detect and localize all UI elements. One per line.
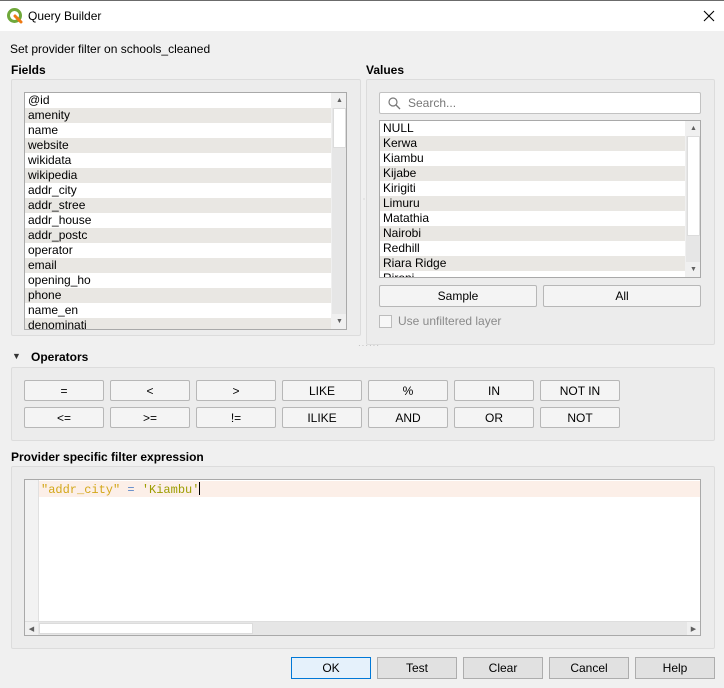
field-list-item[interactable]: amenity	[25, 108, 346, 123]
operator-button-noteq[interactable]: !=	[196, 407, 276, 428]
use-unfiltered-label: Use unfiltered layer	[398, 314, 502, 328]
expression-editor[interactable]: "addr_city" = 'Kiambu' ◀ ▶	[24, 479, 701, 636]
field-list-item[interactable]: operator	[25, 243, 346, 258]
fields-items: @id amenity name website wikidata wikipedia ad…	[25, 93, 346, 329]
help-button[interactable]: Help	[635, 657, 715, 679]
field-list-item[interactable]: wikipedia	[25, 168, 346, 183]
clear-button[interactable]: Clear	[463, 657, 543, 679]
field-list-item[interactable]: addr_house	[25, 213, 346, 228]
scroll-thumb[interactable]	[39, 623, 253, 634]
test-button[interactable]: Test	[377, 657, 457, 679]
value-list-item[interactable]: Riara Ridge	[380, 256, 700, 271]
collapse-triangle-icon[interactable]: ▼	[12, 351, 21, 361]
operator-button-or[interactable]: OR	[454, 407, 534, 428]
operator-button-like[interactable]: LIKE	[282, 380, 362, 401]
value-list-item[interactable]: NULL	[380, 121, 700, 136]
value-list-item[interactable]: Limuru	[380, 196, 700, 211]
scroll-up-arrow-icon[interactable]: ▲	[686, 121, 700, 136]
field-list-item[interactable]: name_en	[25, 303, 346, 318]
operators-group	[11, 367, 715, 441]
search-icon	[388, 97, 401, 110]
operator-token: =	[120, 483, 142, 497]
operator-button-and[interactable]: AND	[368, 407, 448, 428]
operator-button-lteq[interactable]: <=	[24, 407, 104, 428]
close-button[interactable]	[694, 1, 724, 31]
value-list-item[interactable]: Redhill	[380, 241, 700, 256]
splitter-handle-horizontal[interactable]: ······	[358, 341, 380, 350]
values-scrollbar[interactable]: ▲ ▼	[685, 121, 700, 277]
operator-button-not-in[interactable]: NOT IN	[540, 380, 620, 401]
field-list-item[interactable]: phone	[25, 288, 346, 303]
fields-label: Fields	[11, 63, 46, 77]
window-title: Query Builder	[28, 9, 102, 23]
value-list-item[interactable]: Kerwa	[380, 136, 700, 151]
field-list-item[interactable]: @id	[25, 93, 346, 108]
scroll-up-arrow-icon[interactable]: ▲	[332, 93, 346, 108]
operator-button-in[interactable]: IN	[454, 380, 534, 401]
value-list-item[interactable]: Matathia	[380, 211, 700, 226]
scroll-thumb[interactable]	[687, 136, 700, 236]
string-token: 'Kiambu'	[141, 483, 200, 497]
field-list-item[interactable]: addr_postc	[25, 228, 346, 243]
field-list-item[interactable]: website	[25, 138, 346, 153]
operator-button-gteq[interactable]: >=	[110, 407, 190, 428]
scroll-thumb[interactable]	[333, 108, 346, 148]
field-list-item[interactable]: wikidata	[25, 153, 346, 168]
operator-button-eq[interactable]: =	[24, 380, 104, 401]
operator-button-not[interactable]: NOT	[540, 407, 620, 428]
dialog-subtitle: Set provider filter on schools_cleaned	[10, 42, 211, 56]
values-items: NULL Kerwa Kiambu Kijabe Kirigiti Limuru Matat…	[380, 121, 700, 277]
fields-scrollbar[interactable]: ▲ ▼	[331, 93, 346, 329]
use-unfiltered-layer-option[interactable]: Use unfiltered layer	[379, 314, 501, 328]
scroll-left-arrow-icon[interactable]: ◀	[25, 622, 38, 635]
field-list-item[interactable]: addr_city	[25, 183, 346, 198]
values-search-input[interactable]	[406, 95, 694, 111]
value-list-item[interactable]: Kiambu	[380, 151, 700, 166]
expression-code[interactable]: "addr_city" = 'Kiambu'	[41, 482, 201, 497]
use-unfiltered-checkbox[interactable]	[379, 314, 392, 328]
field-list-item[interactable]: opening_ho	[25, 273, 346, 288]
all-button[interactable]: All	[543, 285, 701, 307]
value-list-item[interactable]: Nairobi	[380, 226, 700, 241]
sample-button[interactable]: Sample	[379, 285, 537, 307]
field-list-item[interactable]: name	[25, 123, 346, 138]
operator-button-percent[interactable]: %	[368, 380, 448, 401]
values-search-field[interactable]	[379, 92, 701, 114]
editor-horizontal-scrollbar[interactable]: ◀ ▶	[25, 621, 700, 635]
field-list-item[interactable]: addr_stree	[25, 198, 346, 213]
scroll-down-arrow-icon[interactable]: ▼	[332, 314, 346, 329]
operator-button-gt[interactable]: >	[196, 380, 276, 401]
fields-list[interactable]: @id amenity name website wikidata wikipedia ad…	[24, 92, 347, 330]
text-caret	[199, 482, 201, 495]
scroll-down-arrow-icon[interactable]: ▼	[686, 262, 700, 277]
value-list-item[interactable]: Kijabe	[380, 166, 700, 181]
field-list-item[interactable]: email	[25, 258, 346, 273]
field-list-item[interactable]: denominati	[25, 318, 346, 329]
operators-label: Operators	[31, 350, 89, 364]
scroll-right-arrow-icon[interactable]: ▶	[687, 622, 700, 635]
value-list-item[interactable]: Kirigiti	[380, 181, 700, 196]
operator-button-lt[interactable]: <	[110, 380, 190, 401]
ok-button[interactable]: OK	[291, 657, 371, 679]
values-list[interactable]: NULL Kerwa Kiambu Kijabe Kirigiti Limuru Matat…	[379, 120, 701, 278]
expression-label: Provider specific filter expression	[11, 450, 204, 464]
editor-margin	[25, 480, 39, 635]
values-label: Values	[366, 63, 405, 77]
operator-button-ilike[interactable]: ILIKE	[282, 407, 362, 428]
cancel-button[interactable]: Cancel	[549, 657, 629, 679]
field-token: "addr_city"	[41, 483, 121, 497]
qgis-logo-icon	[7, 8, 23, 24]
value-list-item[interactable]: Rironi	[380, 271, 700, 277]
title-bar: Query Builder	[0, 0, 724, 31]
close-icon	[703, 10, 715, 22]
